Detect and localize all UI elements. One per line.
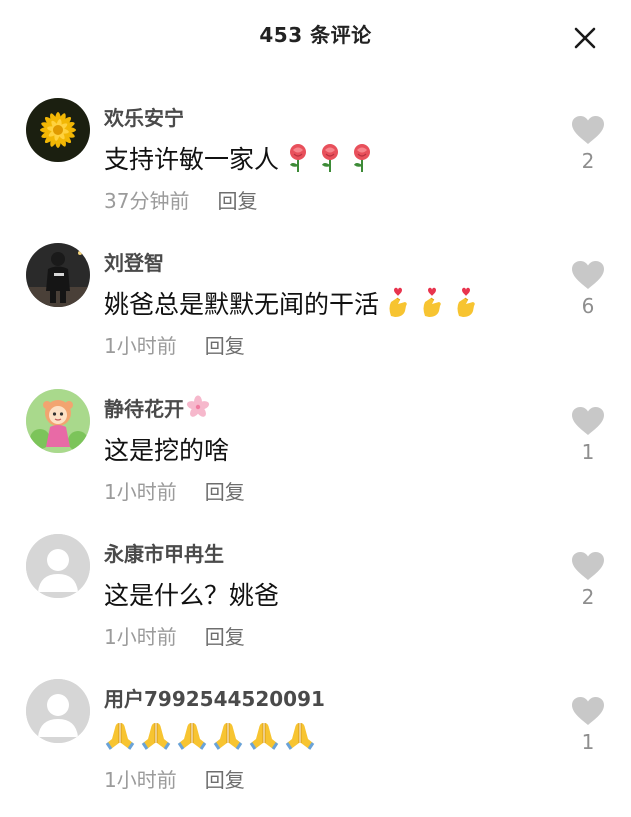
folded-hands-icon bbox=[248, 719, 280, 751]
rose-icon bbox=[285, 143, 311, 173]
folded-hands-icon bbox=[284, 719, 316, 751]
cartoon-girl-avatar-icon bbox=[26, 389, 90, 453]
comment-time: 37分钟前 bbox=[104, 189, 190, 213]
comment-text: 这是什么？姚爸 bbox=[104, 581, 280, 610]
comment-item: 欢乐安宁 支持许敏一家人 37分钟前 回复 2 bbox=[0, 96, 631, 236]
comment-text-content: 支持许敏一家人 bbox=[104, 145, 280, 174]
reply-button[interactable]: 回复 bbox=[217, 189, 257, 213]
comment-time: 1小时前 bbox=[104, 768, 177, 792]
close-button[interactable] bbox=[572, 25, 598, 51]
comment-time: 1小时前 bbox=[104, 334, 177, 358]
like-button[interactable]: 1 bbox=[568, 696, 608, 754]
close-icon bbox=[574, 27, 596, 49]
finger-heart-icon bbox=[453, 286, 481, 318]
chrysanthemum-avatar-icon bbox=[26, 98, 90, 162]
avatar[interactable] bbox=[26, 243, 90, 307]
comment-username[interactable]: 静待花开 bbox=[104, 393, 210, 424]
comment-item: 刘登智 姚爸总是默默无闻的干活 1小时前 回复 6 bbox=[0, 241, 631, 381]
comment-time: 1小时前 bbox=[104, 625, 177, 649]
heart-icon bbox=[572, 116, 604, 144]
avatar[interactable] bbox=[26, 98, 90, 162]
comment-text: 姚爸总是默默无闻的干活 bbox=[104, 285, 481, 321]
like-count: 1 bbox=[581, 730, 595, 754]
comment-item: 静待花开 这是挖的啥 1小时前 回复 1 bbox=[0, 387, 631, 527]
comment-text-content: 姚爸总是默默无闻的干活 bbox=[104, 290, 380, 319]
like-count: 2 bbox=[581, 149, 595, 173]
reply-button[interactable]: 回复 bbox=[205, 768, 245, 792]
reply-button[interactable]: 回复 bbox=[205, 480, 245, 504]
comment-meta: 1小时前 回复 bbox=[104, 476, 245, 505]
like-count: 1 bbox=[581, 440, 595, 464]
comment-meta: 37分钟前 回复 bbox=[104, 185, 257, 214]
comment-meta: 1小时前 回复 bbox=[104, 330, 245, 359]
comment-username[interactable]: 欢乐安宁 bbox=[104, 102, 184, 131]
person-at-night-avatar-icon bbox=[26, 243, 90, 307]
heart-icon bbox=[572, 697, 604, 725]
default-user-avatar-icon bbox=[26, 679, 90, 743]
folded-hands-icon bbox=[140, 719, 172, 751]
cherry-blossom-icon bbox=[186, 395, 210, 424]
default-user-avatar-icon bbox=[26, 534, 90, 598]
like-button[interactable]: 2 bbox=[568, 115, 608, 173]
comment-username-text: 静待花开 bbox=[104, 397, 184, 421]
comment-count-title: 453 条评论 bbox=[259, 23, 372, 47]
like-count: 2 bbox=[581, 585, 595, 609]
comment-username[interactable]: 永康市甲冉生 bbox=[104, 538, 224, 567]
finger-heart-icon bbox=[419, 286, 447, 318]
heart-icon bbox=[572, 552, 604, 580]
like-button[interactable]: 1 bbox=[568, 406, 608, 464]
comments-header: 453 条评论 bbox=[0, 0, 631, 70]
avatar[interactable] bbox=[26, 534, 90, 598]
reply-button[interactable]: 回复 bbox=[205, 334, 245, 358]
comment-text: 这是挖的啥 bbox=[104, 436, 230, 465]
comment-meta: 1小时前 回复 bbox=[104, 621, 245, 650]
like-button[interactable]: 2 bbox=[568, 551, 608, 609]
finger-heart-icon bbox=[385, 286, 413, 318]
folded-hands-icon bbox=[212, 719, 244, 751]
comment-text: 支持许敏一家人 bbox=[104, 140, 375, 176]
like-count: 6 bbox=[581, 294, 595, 318]
folded-hands-icon bbox=[176, 719, 208, 751]
comment-username[interactable]: 刘登智 bbox=[104, 247, 164, 276]
heart-icon bbox=[572, 261, 604, 289]
reply-button[interactable]: 回复 bbox=[205, 625, 245, 649]
avatar[interactable] bbox=[26, 389, 90, 453]
comment-item: 用户7992544520091 1小时前 回复 1 bbox=[0, 677, 631, 817]
comment-text bbox=[104, 719, 316, 752]
comment-username[interactable]: 用户7992544520091 bbox=[104, 683, 325, 712]
avatar[interactable] bbox=[26, 679, 90, 743]
rose-icon bbox=[349, 143, 375, 173]
comment-meta: 1小时前 回复 bbox=[104, 764, 245, 793]
comment-time: 1小时前 bbox=[104, 480, 177, 504]
rose-icon bbox=[317, 143, 343, 173]
heart-icon bbox=[572, 407, 604, 435]
comment-item: 永康市甲冉生 这是什么？姚爸 1小时前 回复 2 bbox=[0, 532, 631, 672]
folded-hands-icon bbox=[104, 719, 136, 751]
like-button[interactable]: 6 bbox=[568, 260, 608, 318]
